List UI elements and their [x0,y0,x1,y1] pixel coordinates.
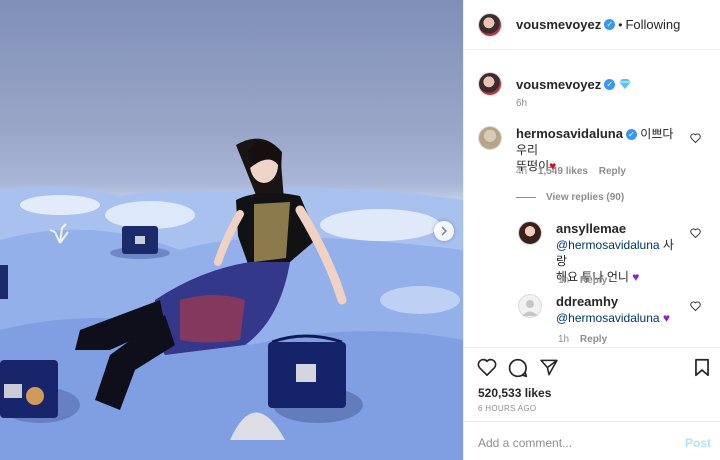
reply-button[interactable]: Reply [599,166,626,177]
comments-list[interactable]: vousmevoyez ✓ 6h hermosavidaluna ✓ 이쁘다 우리… [464,51,720,347]
header-username[interactable]: vousmevoyez [516,17,601,32]
reply-time: 1h [558,275,570,286]
post-photo[interactable] [0,0,463,460]
post-time[interactable]: 6 HOURS AGO [478,404,536,413]
share-icon[interactable] [539,358,559,377]
default-avatar-icon [522,300,538,316]
caption-username[interactable]: vousmevoyez [516,77,601,92]
comment-likes[interactable]: 1,549 likes [538,166,588,177]
comment-icon[interactable] [508,358,528,378]
avatar[interactable] [518,294,542,318]
caption-time: 6h [516,98,528,109]
reply-mention[interactable]: @hermosavidaluna [556,311,660,325]
comment-input[interactable]: Add a comment... [478,436,572,450]
avatar[interactable] [478,12,502,37]
avatar[interactable] [478,126,502,150]
likes-count[interactable]: 520,533 likes [478,386,551,400]
reply-username[interactable]: ddreamhy [556,294,618,309]
replies-divider [516,197,536,198]
reply-username[interactable]: ansyllemae [556,221,626,236]
comment-meta: 4h 1,549 likes Reply [516,166,626,177]
carousel-next-button[interactable] [434,221,454,241]
following-button[interactable]: Following [625,17,680,32]
verified-icon: ✓ [604,78,616,90]
reply-button[interactable]: Reply [580,334,607,345]
post-actions: 520,533 likes 6 HOURS AGO [464,347,720,421]
view-replies-label: View replies (90) [546,192,625,203]
avatar[interactable] [478,72,502,96]
comment-like-icon[interactable] [690,133,701,143]
reply-meta: 1h Reply [558,334,607,345]
post-sidebar: vousmevoyez ✓ • Following vousmevoyez ✓ … [463,0,720,460]
bookmark-icon[interactable] [694,358,710,377]
diamond-emoji-icon [619,79,632,89]
reply-meta: 1h Reply [558,275,607,286]
reply-row: ddreamhy @hermosavidaluna ♥ [518,294,686,326]
header-separator: • [618,17,623,32]
purple-heart-icon: ♥ [662,311,671,325]
reply-like-icon[interactable] [690,301,701,311]
purple-heart-icon: ♥ [632,270,640,284]
reply-time: 1h [558,334,570,345]
caption-row: vousmevoyez ✓ [478,72,632,96]
post-button[interactable]: Post [685,436,711,450]
comment-time: 4h [516,166,528,177]
reply-button[interactable]: Reply [580,275,607,286]
avatar[interactable] [518,221,542,245]
reply-like-icon[interactable] [690,228,701,238]
verified-icon: ✓ [625,129,637,141]
chevron-right-icon [441,226,448,236]
view-replies-button[interactable]: View replies (90) [516,192,624,203]
photo-scene [0,138,463,460]
comment-username[interactable]: hermosavidaluna [516,126,623,141]
verified-icon: ✓ [604,19,616,30]
reply-body: ddreamhy @hermosavidaluna ♥ [556,294,686,326]
post-header: vousmevoyez ✓ • Following [464,0,720,50]
reply-mention[interactable]: @hermosavidaluna [556,238,660,252]
add-comment-bar: Add a comment... Post [464,421,720,460]
heart-icon[interactable] [477,358,497,376]
